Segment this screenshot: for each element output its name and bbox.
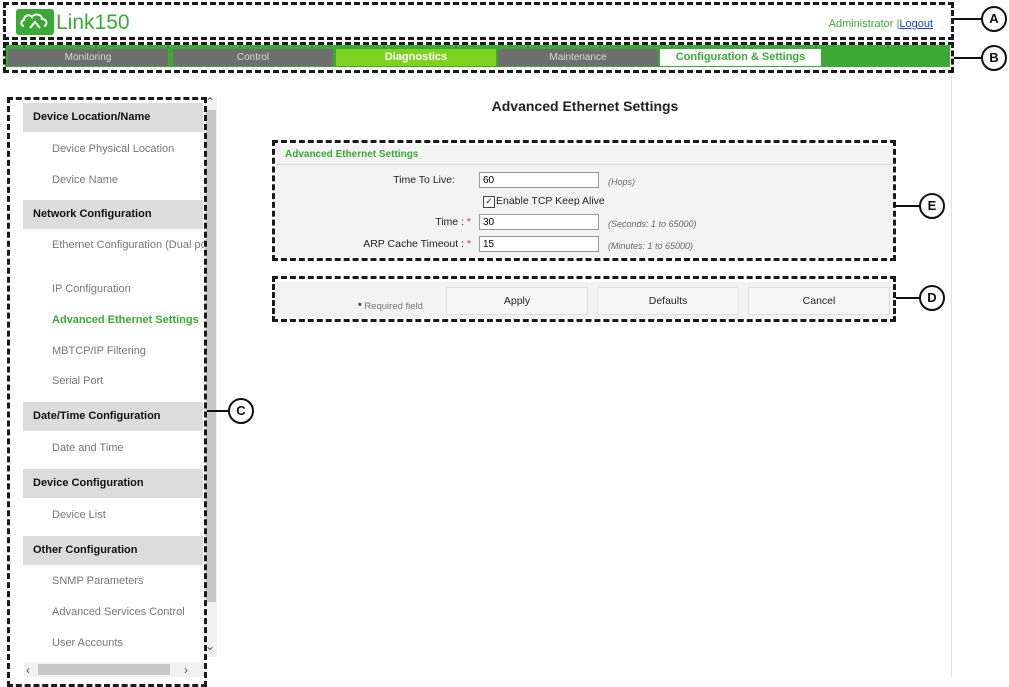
- region-d-outline: [272, 276, 896, 322]
- callout-c: C: [228, 398, 254, 424]
- callout-b: B: [981, 45, 1007, 71]
- region-b-outline: [3, 42, 954, 73]
- callout-b-leader: [954, 57, 982, 59]
- callout-e: E: [919, 193, 945, 219]
- region-a-outline: [3, 2, 954, 40]
- region-e-outline: [272, 140, 896, 261]
- page-title: Advanced Ethernet Settings: [491, 98, 679, 114]
- callout-a-leader: [954, 18, 982, 20]
- callout-d: D: [919, 285, 945, 311]
- region-c-outline: [7, 97, 207, 687]
- callout-c-leader: [207, 410, 229, 412]
- callout-d-leader: [896, 297, 920, 299]
- callout-e-leader: [896, 205, 920, 207]
- content-border: [951, 70, 952, 677]
- sidebar-vertical-scroll-thumb[interactable]: [206, 110, 216, 602]
- callout-a: A: [981, 6, 1007, 32]
